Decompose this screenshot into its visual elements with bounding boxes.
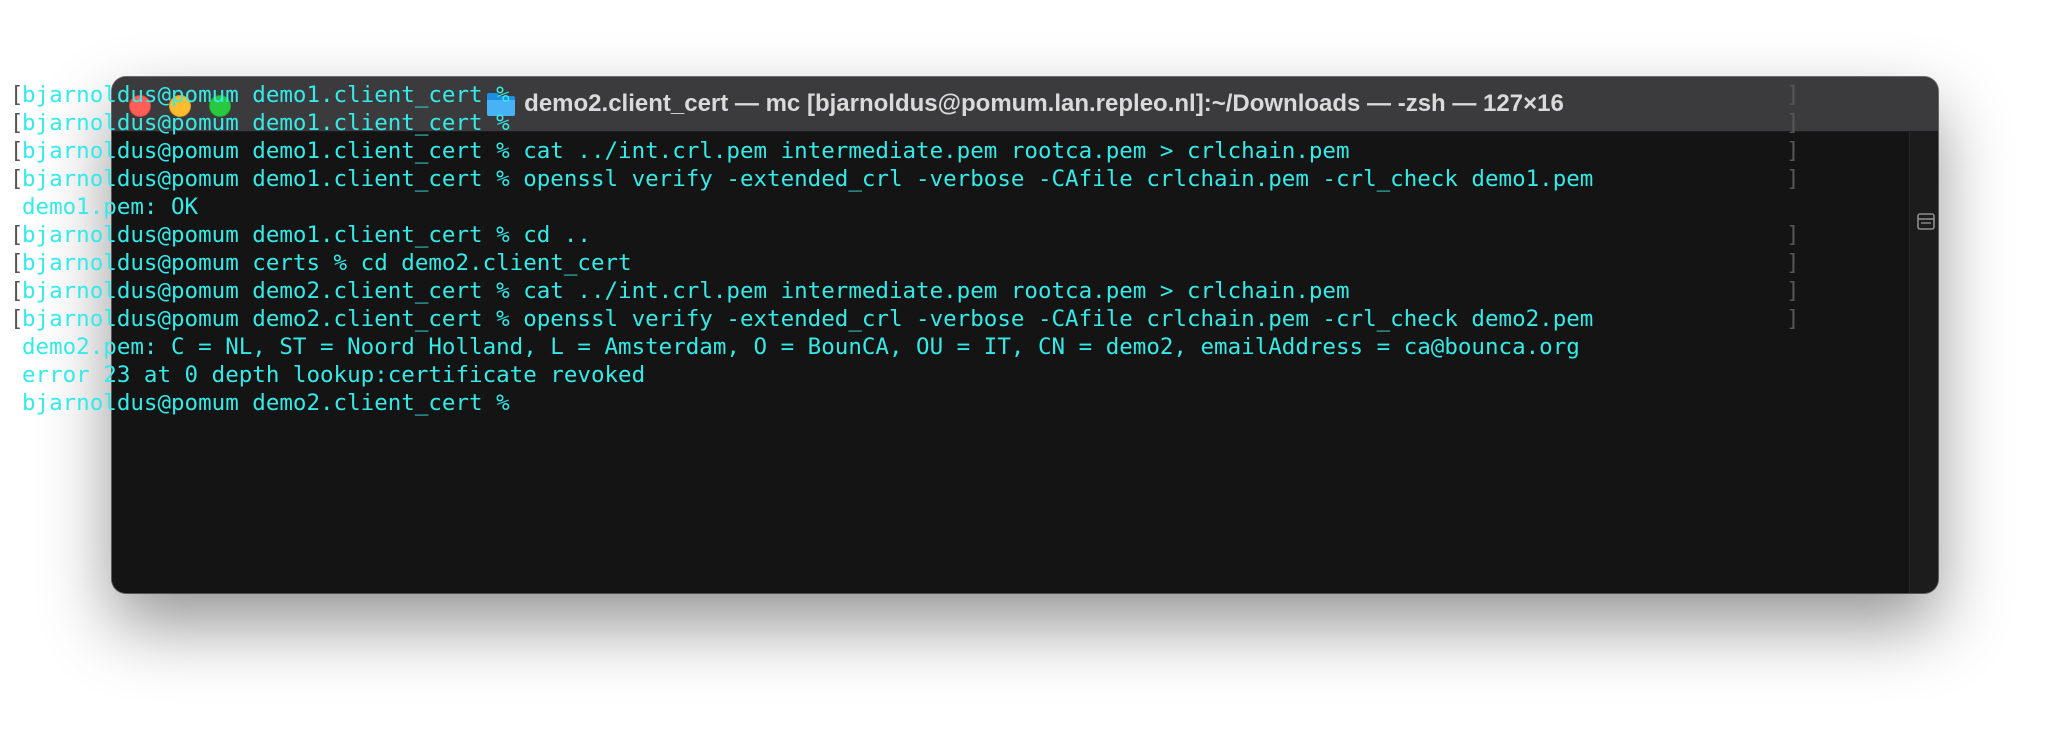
terminal-line: [] bjarnoldus@pomum demo1.client_cert % xyxy=(10,109,1800,137)
terminal-line: [] bjarnoldus@pomum demo2.client_cert % o… xyxy=(10,305,1800,333)
line-mark-right: ] xyxy=(1786,250,1800,276)
terminal-line-text: bjarnoldus@pomum demo1.client_cert % ope… xyxy=(22,166,1594,192)
terminal-line: [] bjarnoldus@pomum demo1.client_cert % c… xyxy=(10,221,1800,249)
terminal-line: [] bjarnoldus@pomum certs % cd demo2.clie… xyxy=(10,249,1800,277)
terminal-line-text: bjarnoldus@pomum demo1.client_cert % cat… xyxy=(22,138,1350,164)
line-mark-right: ] xyxy=(1786,138,1800,164)
terminal-line: demo1.pem: OK xyxy=(10,193,1800,221)
terminal-line: [] bjarnoldus@pomum demo2.client_cert % c… xyxy=(10,277,1800,305)
line-mark-right: ] xyxy=(1786,166,1800,192)
terminal-line-text: bjarnoldus@pomum demo2.client_cert % ope… xyxy=(22,306,1594,332)
terminal-line: [] bjarnoldus@pomum demo1.client_cert % xyxy=(10,81,1800,109)
terminal-line: error 23 at 0 depth lookup:certificate r… xyxy=(10,361,1800,389)
scrollbar[interactable] xyxy=(1909,132,1938,593)
line-mark-right: ] xyxy=(1786,110,1800,136)
terminal-line-text: bjarnoldus@pomum demo2.client_cert % cat… xyxy=(22,278,1350,304)
terminal-lines: [] bjarnoldus@pomum demo1.client_cert %[]… xyxy=(10,81,1800,417)
terminal-line: [] bjarnoldus@pomum demo1.client_cert % o… xyxy=(10,165,1800,193)
terminal-line-text: bjarnoldus@pomum certs % cd demo2.client… xyxy=(22,250,632,276)
terminal-line: demo2.pem: C = NL, ST = Noord Holland, L… xyxy=(10,333,1800,361)
line-mark-right: ] xyxy=(1786,306,1800,332)
terminal-line-text: bjarnoldus@pomum demo2.client_cert % xyxy=(22,390,510,416)
line-mark-right: ] xyxy=(1786,82,1800,108)
terminal-line-text: error 23 at 0 depth lookup:certificate r… xyxy=(22,362,646,388)
line-mark-right: ] xyxy=(1786,278,1800,304)
line-mark-right: ] xyxy=(1786,222,1800,248)
terminal-line-text: demo1.pem: OK xyxy=(22,194,199,220)
terminal-line-text: bjarnoldus@pomum demo1.client_cert % xyxy=(22,110,510,136)
terminal-line-text: bjarnoldus@pomum demo1.client_cert % cd … xyxy=(22,222,591,248)
terminal-line-text: bjarnoldus@pomum demo1.client_cert % xyxy=(22,82,510,108)
terminal-line-text: demo2.pem: C = NL, ST = Noord Holland, L… xyxy=(22,334,1580,360)
terminal-line: bjarnoldus@pomum demo2.client_cert % xyxy=(10,389,1800,417)
terminal-line: [] bjarnoldus@pomum demo1.client_cert % c… xyxy=(10,137,1800,165)
split-pane-icon[interactable] xyxy=(1917,213,1935,230)
